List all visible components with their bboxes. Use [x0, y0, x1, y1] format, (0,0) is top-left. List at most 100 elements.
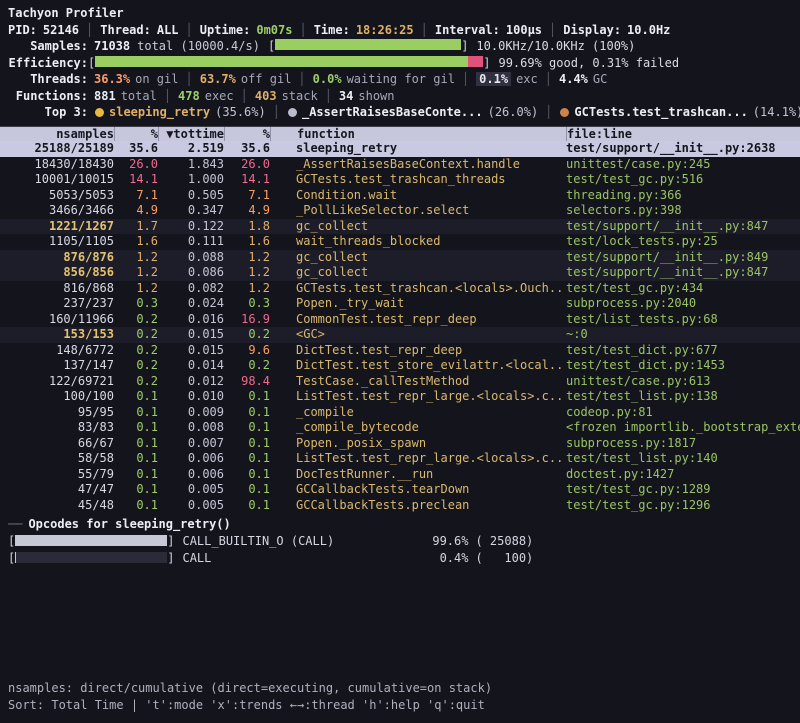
cell-direct-pct: 0.1: [114, 498, 158, 514]
pid-value: 52146: [43, 23, 79, 37]
silver-medal-icon: [288, 108, 297, 117]
stat-label: off gil: [241, 72, 292, 86]
cell-direct-pct: 1.2: [114, 281, 158, 297]
opcode-list: []CALL_BUILTIN_O (CALL)99.6%( 25088)[]CA…: [8, 532, 800, 566]
cell-function: Condition.wait: [270, 188, 566, 204]
time-label: Time:: [314, 23, 350, 37]
status-line: PID: 52146 │ Thread: ALL │ Uptime: 0m07s…: [8, 22, 800, 39]
table-row[interactable]: 1105/11051.60.1111.6wait_threads_blocked…: [0, 234, 800, 250]
table-row[interactable]: 95/950.10.0090.1_compilecodeop.py:81: [0, 405, 800, 421]
table-row[interactable]: 58/580.10.0060.1ListTest.test_repr_large…: [0, 451, 800, 467]
cell-nsamples: 5053/5053: [8, 188, 114, 204]
cell-nsamples: 856/856: [8, 265, 114, 281]
cell-tottime: 0.014: [158, 358, 224, 374]
table-row[interactable]: 18430/1843026.01.84326.0_AssertRaisesBas…: [0, 157, 800, 173]
cell-function: wait_threads_blocked: [270, 234, 566, 250]
cell-function: _PollLikeSelector.select: [270, 203, 566, 219]
table-row[interactable]: 1221/12671.70.1221.8gc_collecttest/suppo…: [0, 219, 800, 235]
cell-nsamples: 47/47: [8, 482, 114, 498]
opcode-bar: [15, 552, 167, 563]
functions-line: Functions: 881total│478exec│403stack│34s…: [8, 88, 800, 105]
cell-nsamples: 1221/1267: [8, 219, 114, 235]
cell-direct-pct: 26.0: [114, 157, 158, 173]
cell-nsamples: 137/147: [8, 358, 114, 374]
stat-value: 4.4%: [559, 72, 588, 86]
cell-tottime: 0.111: [158, 234, 224, 250]
cell-direct-pct: 0.1: [114, 451, 158, 467]
thread-selector-value[interactable]: ALL: [157, 23, 179, 37]
top-function-name: sleeping_retry: [109, 105, 210, 119]
bar-right-bracket: ]: [483, 56, 490, 70]
table-row[interactable]: 153/1530.20.0150.2<GC>~:0: [0, 327, 800, 343]
separator-dashes: ──: [8, 517, 22, 531]
separator: │: [157, 89, 178, 103]
table-row[interactable]: 100/1000.10.0100.1ListTest.test_repr_lar…: [0, 389, 800, 405]
top-function-pct: (14.1%): [753, 105, 800, 119]
cell-cumulative-pct: 14.1: [224, 172, 270, 188]
cell-direct-pct: 7.1: [114, 188, 158, 204]
table-row[interactable]: 856/8561.20.0861.2gc_collecttest/support…: [0, 265, 800, 281]
col-direct-pct[interactable]: %: [114, 127, 158, 142]
table-row[interactable]: 816/8681.20.0821.2GCTests.test_trashcan.…: [0, 281, 800, 297]
cell-nsamples: 83/83: [8, 420, 114, 436]
display-label: Display:: [563, 23, 621, 37]
table-row[interactable]: 10001/1001514.11.00014.1GCTests.test_tra…: [0, 172, 800, 188]
col-cumulative-pct[interactable]: %: [224, 127, 270, 142]
cell-function: gc_collect: [270, 265, 566, 281]
table-row[interactable]: 66/670.10.0070.1Popen._posix_spawnsubpro…: [0, 436, 800, 452]
table-row[interactable]: 876/8761.20.0881.2gc_collecttest/support…: [0, 250, 800, 266]
functions-stats: 881total│478exec│403stack│34shown: [94, 89, 395, 103]
keybar-line: Sort: Total Time | 't':mode 'x':trends ←…: [8, 696, 800, 713]
col-function[interactable]: function: [270, 127, 566, 142]
table-row[interactable]: 160/119660.20.01616.9CommonTest.test_rep…: [0, 312, 800, 328]
cell-direct-pct: 0.1: [114, 389, 158, 405]
thread-label: Thread:: [100, 23, 151, 37]
table-row[interactable]: 122/697210.20.01298.4TestCase._callTestM…: [0, 374, 800, 390]
table-row[interactable]: 55/790.10.0060.1DocTestRunner.__rundocte…: [0, 467, 800, 483]
cell-nsamples: 153/153: [8, 327, 114, 343]
table-row[interactable]: 5053/50537.10.5057.1Condition.waitthread…: [0, 188, 800, 204]
cell-function: DictTest.test_store_evilattr.<local...: [270, 358, 566, 374]
stat-value: 881: [94, 89, 116, 103]
col-nsamples[interactable]: nsamples: [8, 127, 114, 142]
cell-nsamples: 10001/10015: [8, 172, 114, 188]
table-header: nsamples % ▼tottime % function file:line: [0, 126, 800, 142]
separator: │: [266, 105, 287, 119]
profiler-screen: Tachyon Profiler PID: 52146 │ Thread: AL…: [0, 0, 800, 723]
efficiency-failed-fill: [468, 56, 484, 67]
table-row[interactable]: 83/830.10.0080.1_compile_bytecode<frozen…: [0, 420, 800, 436]
cell-function: sleeping_retry: [270, 141, 566, 157]
table-row[interactable]: 148/67720.20.0159.6DictTest.test_repr_de…: [0, 343, 800, 359]
cell-function: GCTests.test_trashcan_threads: [270, 172, 566, 188]
samples-rate: 10.0KHz/10.0KHz (100%): [476, 39, 635, 53]
table-row[interactable]: 45/480.10.0050.1GCCallbackTests.preclean…: [0, 498, 800, 514]
table-row[interactable]: 47/470.10.0050.1GCCallbackTests.tearDown…: [0, 482, 800, 498]
cell-function: ListTest.test_repr_large.<locals>.c...: [270, 389, 566, 405]
cell-cumulative-pct: 4.9: [224, 203, 270, 219]
functions-label: Functions:: [8, 89, 88, 103]
cell-file-line: selectors.py:398: [566, 203, 800, 219]
cell-file-line: test/test_gc.py:1289: [566, 482, 800, 498]
threads-label: Threads:: [8, 72, 88, 86]
cell-function: Popen._try_wait: [270, 296, 566, 312]
col-tottime-sorted[interactable]: ▼tottime: [158, 127, 224, 142]
uptime-value: 0m07s: [256, 23, 292, 37]
cell-cumulative-pct: 0.2: [224, 358, 270, 374]
cell-cumulative-pct: 0.1: [224, 420, 270, 436]
table-row[interactable]: 237/2370.30.0240.3Popen._try_waitsubproc…: [0, 296, 800, 312]
cell-cumulative-pct: 9.6: [224, 343, 270, 359]
separator: │: [234, 89, 255, 103]
table-row[interactable]: 137/1470.20.0140.2DictTest.test_store_ev…: [0, 358, 800, 374]
col-file-line[interactable]: file:line: [566, 127, 800, 142]
cell-cumulative-pct: 1.6: [224, 234, 270, 250]
samples-label: Samples:: [8, 39, 88, 53]
cell-tottime: 0.009: [158, 405, 224, 421]
top-function-name: _AssertRaisesBaseConte...: [302, 105, 483, 119]
cell-nsamples: 55/79: [8, 467, 114, 483]
table-row[interactable]: 3466/34664.90.3474.9_PollLikeSelector.se…: [0, 203, 800, 219]
table-row[interactable]: 25188/2518935.62.51935.6sleeping_retryte…: [0, 141, 800, 157]
app-title: Tachyon Profiler: [8, 6, 124, 20]
title-line: Tachyon Profiler: [8, 5, 800, 22]
cell-nsamples: 18430/18430: [8, 157, 114, 173]
cell-file-line: threading.py:366: [566, 188, 800, 204]
